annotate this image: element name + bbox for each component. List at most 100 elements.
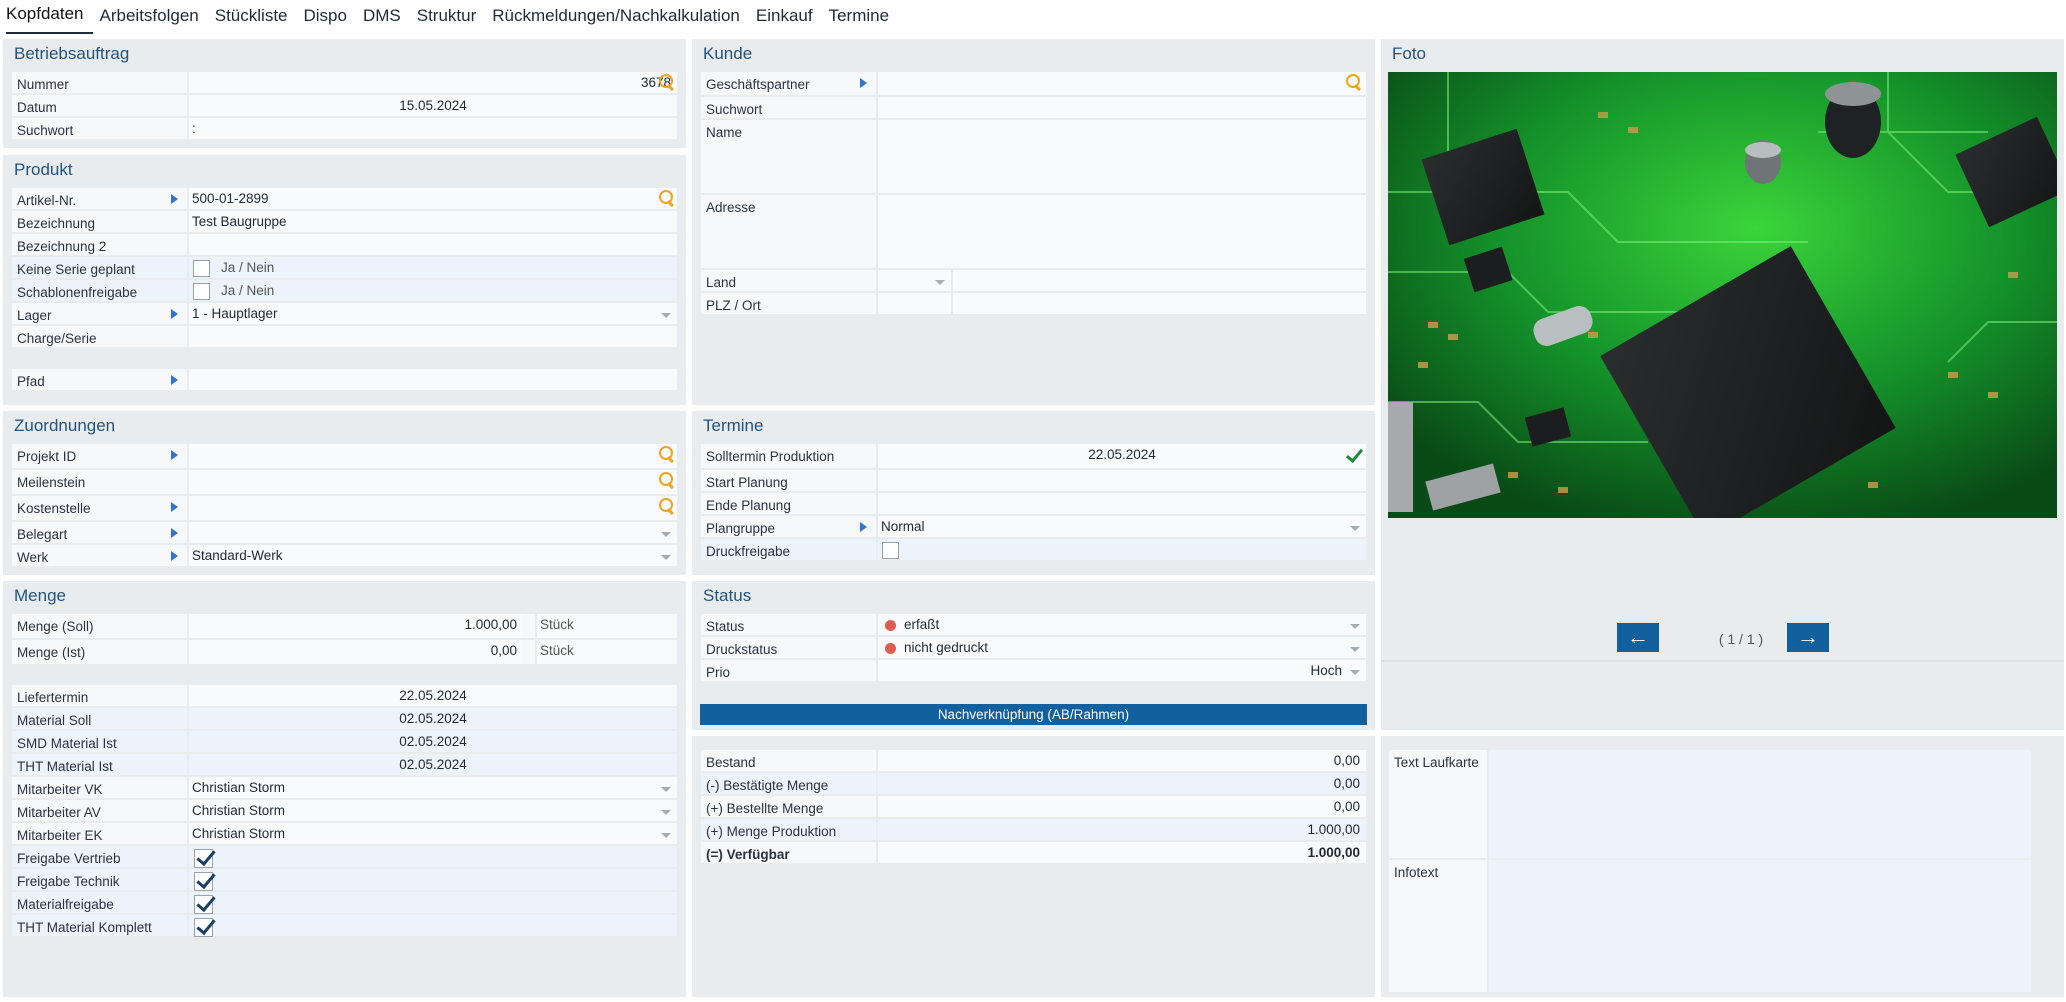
mitarbeiter-vk-dropdown-icon[interactable] bbox=[661, 787, 671, 792]
tab-rueckmeldungen[interactable]: Rückmeldungen/Nachkalkulation bbox=[492, 6, 749, 34]
menge-soll-field[interactable]: 1.000,00 bbox=[187, 614, 523, 638]
smd-material-field[interactable]: 02.05.2024 bbox=[187, 731, 677, 752]
row-plangruppe: Plangruppe Normal bbox=[701, 516, 1366, 539]
keine-serie-checkbox[interactable] bbox=[193, 260, 210, 277]
pfad-field[interactable] bbox=[187, 369, 677, 390]
tht-komplett-checkbox[interactable] bbox=[193, 916, 213, 937]
tab-arbeitsfolgen[interactable]: Arbeitsfolgen bbox=[100, 6, 208, 34]
tab-einkauf[interactable]: Einkauf bbox=[756, 6, 822, 34]
geschaeftspartner-search-icon[interactable] bbox=[1345, 73, 1363, 91]
artikel-link-icon[interactable] bbox=[171, 194, 178, 204]
druckfreigabe-checkbox[interactable] bbox=[882, 542, 899, 559]
mitarbeiter-av-dropdown-icon[interactable] bbox=[661, 810, 671, 815]
mitarbeiter-vk-select[interactable]: Christian Storm bbox=[187, 777, 677, 798]
kostenstelle-field[interactable] bbox=[187, 496, 677, 520]
geschaeftspartner-field[interactable] bbox=[876, 72, 1366, 95]
land-name-field[interactable] bbox=[951, 270, 1366, 291]
kunde-suchwort-field[interactable] bbox=[876, 97, 1366, 118]
tab-struktur[interactable]: Struktur bbox=[417, 6, 486, 34]
projekt-search-icon[interactable] bbox=[658, 445, 676, 463]
geschaeftspartner-link-icon[interactable] bbox=[860, 78, 867, 88]
infotext-textarea[interactable] bbox=[1487, 860, 2031, 992]
mitarbeiter-av-select[interactable]: Christian Storm bbox=[187, 800, 677, 821]
plz-field[interactable] bbox=[876, 293, 951, 314]
meilenstein-search-icon[interactable] bbox=[658, 471, 676, 489]
kunde-suchwort-label: Suchwort bbox=[706, 102, 763, 117]
druckstatus-label: Druckstatus bbox=[706, 642, 778, 657]
suchwort-field[interactable]: : bbox=[187, 118, 677, 139]
freigabe-technik-checkbox[interactable] bbox=[193, 870, 213, 891]
schablonen-checkbox[interactable] bbox=[193, 283, 210, 300]
bezeichnung-field[interactable]: Test Baugruppe bbox=[187, 211, 677, 232]
plangruppe-link-icon[interactable] bbox=[860, 522, 867, 532]
tht-material-field[interactable]: 02.05.2024 bbox=[187, 754, 677, 775]
material-soll-field[interactable]: 02.05.2024 bbox=[187, 708, 677, 729]
materialfreigabe-cell bbox=[187, 892, 677, 914]
nummer-search-icon[interactable] bbox=[658, 73, 676, 91]
pfad-link-icon[interactable] bbox=[171, 375, 178, 385]
belegart-link-icon[interactable] bbox=[171, 528, 178, 538]
belegart-select[interactable] bbox=[187, 522, 677, 543]
freigabe-vertrieb-checkbox[interactable] bbox=[193, 847, 213, 868]
kostenstelle-search-icon[interactable] bbox=[658, 497, 676, 515]
kostenstelle-link-icon[interactable] bbox=[171, 502, 178, 512]
charge-field[interactable] bbox=[187, 326, 677, 347]
keine-serie-label: Keine Serie geplant bbox=[17, 262, 135, 277]
row-land: Land bbox=[701, 270, 1366, 293]
tab-dispo[interactable]: Dispo bbox=[304, 6, 356, 34]
werk-link-icon[interactable] bbox=[171, 551, 178, 561]
status-select[interactable]: erfaßt bbox=[876, 614, 1366, 635]
tab-kopfdaten[interactable]: Kopfdaten bbox=[6, 4, 93, 34]
prev-image-button[interactable]: ← bbox=[1617, 623, 1659, 652]
prio-dropdown-icon[interactable] bbox=[1350, 670, 1360, 675]
liefertermin-field[interactable]: 22.05.2024 bbox=[187, 685, 677, 706]
menge-soll-unit-cell: Stück bbox=[535, 614, 677, 638]
nachverknuepfung-button[interactable]: Nachverknüpfung (AB/Rahmen) bbox=[700, 704, 1367, 725]
mitarbeiter-ek-dropdown-icon[interactable] bbox=[661, 833, 671, 838]
materialfreigabe-label: Materialfreigabe bbox=[17, 897, 114, 912]
materialfreigabe-checkbox[interactable] bbox=[193, 893, 213, 914]
artikel-search-icon[interactable] bbox=[658, 189, 676, 207]
druckstatus-select[interactable]: nicht gedruckt bbox=[876, 637, 1366, 658]
land-dropdown-icon[interactable] bbox=[935, 280, 945, 285]
row-nummer: Nummer 3678 bbox=[12, 72, 677, 95]
belegart-dropdown-icon[interactable] bbox=[661, 532, 671, 537]
name-field[interactable] bbox=[876, 120, 1366, 193]
druckstatus-dropdown-icon[interactable] bbox=[1350, 647, 1360, 652]
panel-produkt: Produkt Artikel-Nr. 500-01-2899 Bezeichn… bbox=[3, 155, 686, 405]
plangruppe-select[interactable]: Normal bbox=[876, 516, 1366, 537]
projekt-label: Projekt ID bbox=[17, 449, 77, 464]
next-image-button[interactable]: → bbox=[1787, 623, 1829, 652]
projekt-link-icon[interactable] bbox=[171, 450, 178, 460]
plangruppe-dropdown-icon[interactable] bbox=[1350, 526, 1360, 531]
menge-ist-field[interactable]: 0,00 bbox=[187, 640, 523, 664]
start-planung-field[interactable] bbox=[876, 470, 1366, 491]
panel-betriebsauftrag: Betriebsauftrag Nummer 3678 Datum 15.05.… bbox=[3, 39, 686, 148]
nummer-field[interactable]: 3678 bbox=[187, 72, 677, 93]
lager-dropdown-icon[interactable] bbox=[661, 313, 671, 318]
projekt-field[interactable] bbox=[187, 444, 677, 468]
tab-dms[interactable]: DMS bbox=[363, 6, 410, 34]
tab-termine[interactable]: Termine bbox=[829, 6, 898, 34]
prio-select[interactable]: Hoch bbox=[876, 660, 1366, 681]
row-druckstatus: Druckstatus nicht gedruckt bbox=[701, 637, 1366, 660]
tab-stueckliste[interactable]: Stückliste bbox=[215, 6, 297, 34]
ort-field[interactable] bbox=[951, 293, 1366, 314]
land-select[interactable] bbox=[876, 270, 951, 291]
werk-dropdown-icon[interactable] bbox=[661, 555, 671, 560]
mitarbeiter-ek-select[interactable]: Christian Storm bbox=[187, 823, 677, 844]
solltermin-field[interactable]: 22.05.2024 bbox=[876, 444, 1366, 468]
row-pfad: Pfad bbox=[12, 369, 677, 392]
datum-field[interactable]: 15.05.2024 bbox=[187, 95, 677, 116]
status-dropdown-icon[interactable] bbox=[1350, 624, 1360, 629]
text-laufkarte-textarea[interactable] bbox=[1487, 750, 2031, 858]
lager-link-icon[interactable] bbox=[171, 309, 178, 319]
arrow-right-icon: → bbox=[1797, 624, 1819, 649]
adresse-field[interactable] bbox=[876, 195, 1366, 268]
bezeichnung2-field[interactable] bbox=[187, 234, 677, 255]
meilenstein-field[interactable] bbox=[187, 470, 677, 494]
lager-select[interactable]: 1 - Hauptlager bbox=[187, 303, 677, 324]
werk-select[interactable]: Standard-Werk bbox=[187, 545, 677, 566]
artikel-field[interactable]: 500-01-2899 bbox=[187, 188, 677, 209]
ende-planung-field[interactable] bbox=[876, 493, 1366, 514]
